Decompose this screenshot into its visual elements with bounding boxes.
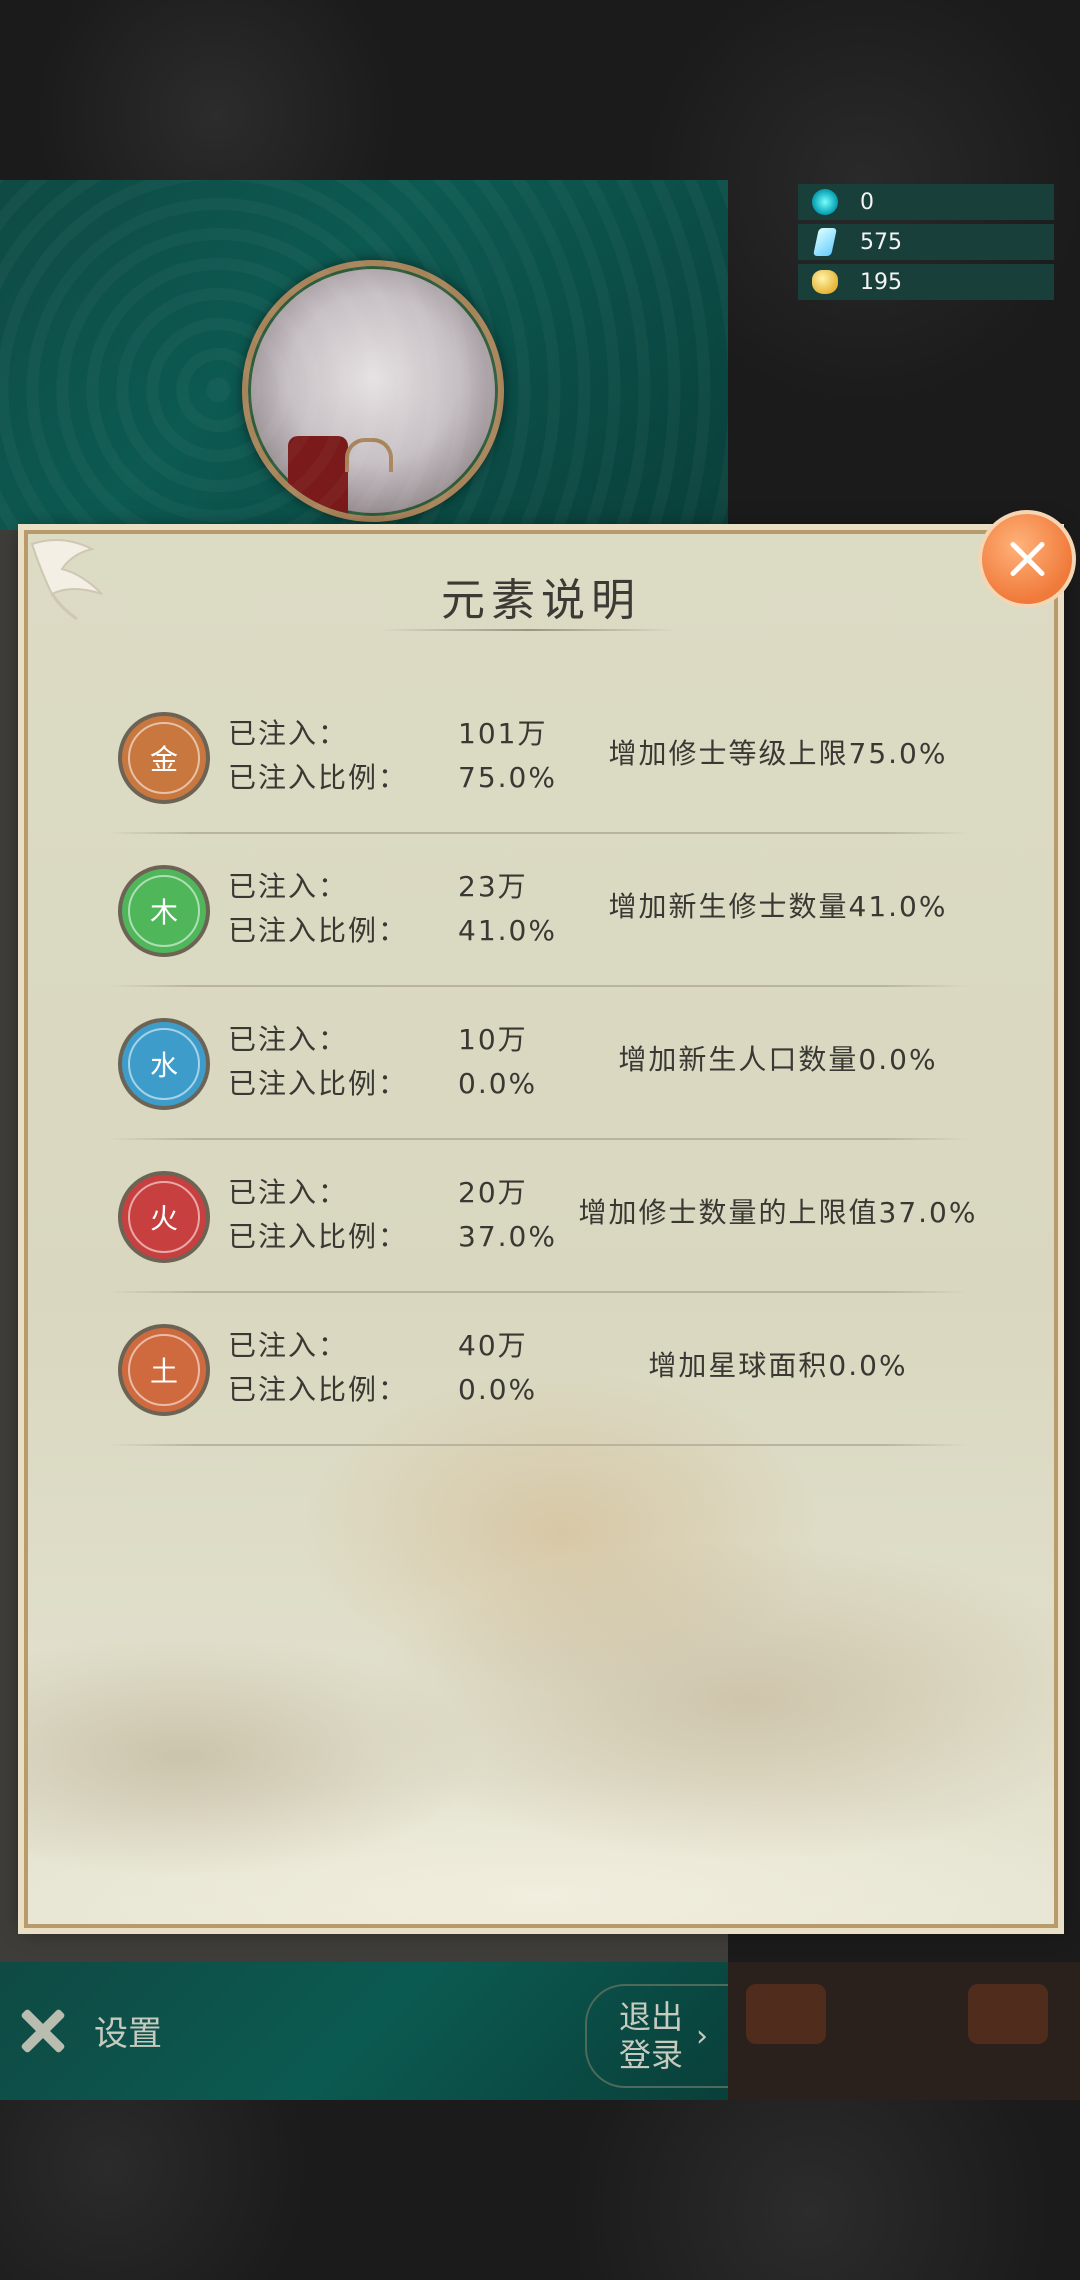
row-divider bbox=[108, 832, 968, 834]
badge-glyph: 火 bbox=[128, 1181, 200, 1253]
injected-value: 20万 bbox=[458, 1176, 528, 1209]
dimmed-tile bbox=[746, 1984, 826, 2044]
ratio-value: 0.0% bbox=[458, 1373, 538, 1406]
metal-element-icon: 金 bbox=[118, 712, 210, 804]
element-effect: 增加新生人口数量0.0% bbox=[618, 1043, 938, 1076]
injected-value: 40万 bbox=[458, 1329, 528, 1362]
currency-crystal: 575 bbox=[798, 224, 1054, 260]
injected-value: 10万 bbox=[458, 1023, 528, 1056]
injected-value: 101万 bbox=[458, 717, 548, 750]
element-row-wood: 木 已注入： 23万 已注入比例： 41.0% 增加新生修士数量41.0% bbox=[98, 835, 998, 987]
element-stats: 已注入： 10万 已注入比例： 0.0% bbox=[228, 1018, 537, 1106]
currency-value: 0 bbox=[860, 189, 874, 215]
wood-element-icon: 木 bbox=[118, 865, 210, 957]
ratio-label: 已注入比例： bbox=[228, 1373, 409, 1406]
avatar-robe bbox=[288, 436, 348, 516]
badge-glyph: 金 bbox=[128, 722, 200, 794]
badge-glyph: 水 bbox=[128, 1028, 200, 1100]
element-row-earth: 土 已注入： 40万 已注入比例： 0.0% 增加星球面积0.0% bbox=[98, 1294, 998, 1446]
ratio-label: 已注入比例： bbox=[228, 1067, 409, 1100]
element-row-fire: 火 已注入： 20万 已注入比例： 37.0% 增加修士数量的上限值37.0% bbox=[98, 1141, 998, 1293]
ratio-label: 已注入比例： bbox=[228, 761, 409, 794]
modal-title: 元素说明 bbox=[441, 575, 641, 626]
logout-button[interactable]: 退出 登录 › bbox=[585, 1984, 739, 2088]
element-effect: 增加星球面积0.0% bbox=[648, 1349, 908, 1382]
injected-label: 已注入： bbox=[228, 1023, 349, 1056]
logout-label-line1: 退出 bbox=[618, 1998, 683, 2036]
row-divider bbox=[108, 985, 968, 987]
avatar-crest-icon bbox=[345, 438, 393, 472]
element-effect: 增加新生修士数量41.0% bbox=[608, 890, 948, 923]
injected-value: 23万 bbox=[458, 870, 528, 903]
injected-label: 已注入： bbox=[228, 870, 349, 903]
element-row-water: 水 已注入： 10万 已注入比例： 0.0% 增加新生人口数量0.0% bbox=[98, 988, 998, 1140]
element-info-modal: 元素说明 金 已注入： 101万 已注入比例： 75.0% 增加修士等级上限75.0… bbox=[24, 530, 1058, 1928]
element-stats: 已注入： 23万 已注入比例： 41.0% bbox=[228, 865, 557, 953]
currency-value: 195 bbox=[860, 269, 902, 295]
dimmed-tile bbox=[968, 1984, 1048, 2044]
element-effect: 增加修士数量的上限值37.0% bbox=[578, 1196, 978, 1229]
landscape-background bbox=[28, 1364, 1054, 1924]
logout-label: 退出 登录 bbox=[616, 1998, 686, 2074]
row-divider bbox=[108, 1291, 968, 1293]
injected-label: 已注入： bbox=[228, 1329, 349, 1362]
currency-orb: 0 bbox=[798, 184, 1054, 220]
earth-element-icon: 土 bbox=[118, 1324, 210, 1416]
badge-glyph: 土 bbox=[128, 1334, 200, 1406]
injected-label: 已注入： bbox=[228, 1176, 349, 1209]
dimmed-side-tiles bbox=[728, 1962, 1080, 2100]
crystal-icon bbox=[810, 227, 840, 257]
currency-value: 575 bbox=[860, 229, 902, 255]
element-effect: 增加修士等级上限75.0% bbox=[608, 737, 948, 770]
badge-glyph: 木 bbox=[128, 875, 200, 947]
title-divider bbox=[378, 629, 678, 631]
settings-button[interactable]: 设置 bbox=[14, 2000, 162, 2060]
avatar[interactable] bbox=[242, 260, 504, 522]
row-divider bbox=[108, 1138, 968, 1140]
element-stats: 已注入： 101万 已注入比例： 75.0% bbox=[228, 712, 557, 800]
row-divider bbox=[108, 1444, 968, 1446]
close-icon bbox=[1004, 536, 1050, 582]
orb-icon bbox=[810, 187, 840, 217]
settings-label: 设置 bbox=[94, 2013, 162, 2054]
ratio-value: 0.0% bbox=[458, 1067, 538, 1100]
ratio-label: 已注入比例： bbox=[228, 914, 409, 947]
profile-header bbox=[0, 180, 728, 530]
currency-bar: 0 575 195 bbox=[798, 184, 1054, 304]
water-element-icon: 水 bbox=[118, 1018, 210, 1110]
fire-element-icon: 火 bbox=[118, 1171, 210, 1263]
injected-label: 已注入： bbox=[228, 717, 349, 750]
element-stats: 已注入： 20万 已注入比例： 37.0% bbox=[228, 1171, 557, 1259]
bottom-bar: 设置 退出 登录 › bbox=[0, 1962, 739, 2100]
ratio-label: 已注入比例： bbox=[228, 1220, 409, 1253]
tools-icon bbox=[14, 2000, 74, 2060]
chevron-right-icon: › bbox=[696, 2018, 708, 2054]
currency-gold: 195 bbox=[798, 264, 1054, 300]
element-stats: 已注入： 40万 已注入比例： 0.0% bbox=[228, 1324, 537, 1412]
close-button[interactable] bbox=[978, 510, 1076, 608]
element-row-metal: 金 已注入： 101万 已注入比例： 75.0% 增加修士等级上限75.0% bbox=[98, 682, 998, 834]
logout-label-line2: 登录 bbox=[618, 2036, 683, 2074]
gold-icon bbox=[810, 267, 840, 297]
